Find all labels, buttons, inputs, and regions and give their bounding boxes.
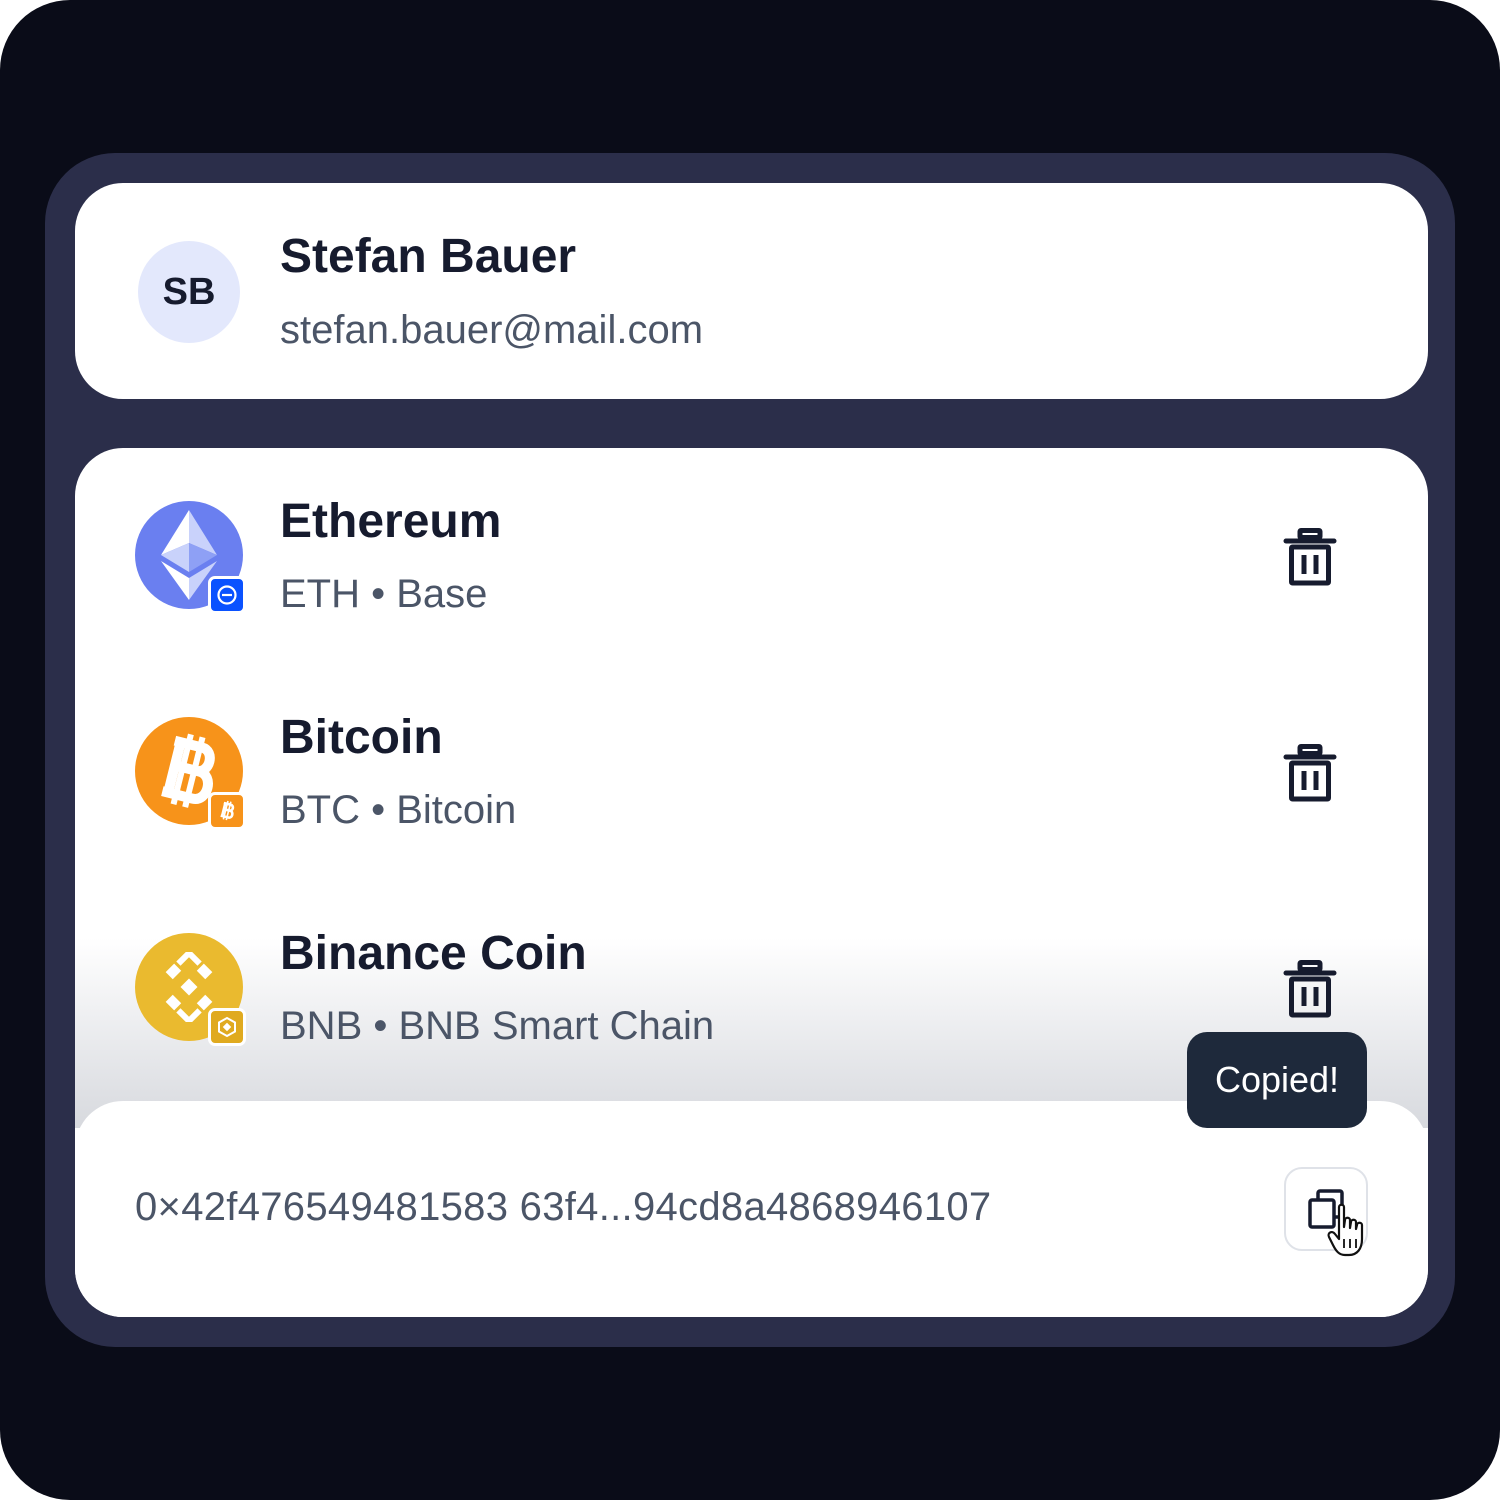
wallet-address-card: 0×42f476549481583 63f4...94cd8a486894610… [75,1101,1428,1317]
profile-name: Stefan Bauer [280,230,577,283]
asset-name: Bitcoin [280,711,443,764]
asset-row-binance-coin[interactable]: Binance Coin BNB • BNB Smart Chain [75,880,1428,1048]
asset-row-bitcoin[interactable]: Bitcoin BTC • Bitcoin [75,664,1428,832]
bnb-chain-icon [208,1008,246,1046]
asset-subtitle: BTC • Bitcoin [280,788,517,832]
delete-bitcoin-button[interactable] [1283,744,1337,802]
bitcoin-chain-icon [208,792,246,830]
copied-tooltip: Copied! [1187,1032,1367,1128]
trash-icon [1283,744,1337,802]
avatar: SB [138,241,240,343]
asset-row-ethereum[interactable]: Ethereum ETH • Base [75,448,1428,616]
trash-icon [1283,960,1337,1018]
hand-cursor-icon [1327,1203,1364,1257]
asset-subtitle: BNB • BNB Smart Chain [280,1004,715,1048]
base-chain-icon [208,576,246,614]
asset-name: Ethereum [280,495,502,548]
asset-name: Binance Coin [280,927,587,980]
trash-icon [1283,528,1337,586]
profile-card: SB Stefan Bauer stefan.bauer@mail.com [75,183,1428,399]
delete-ethereum-button[interactable] [1283,528,1337,586]
delete-binance-coin-button[interactable] [1283,960,1337,1018]
asset-subtitle: ETH • Base [280,572,488,616]
profile-email: stefan.bauer@mail.com [280,308,704,352]
wallet-address: 0×42f476549481583 63f4...94cd8a486894610… [135,1185,992,1229]
